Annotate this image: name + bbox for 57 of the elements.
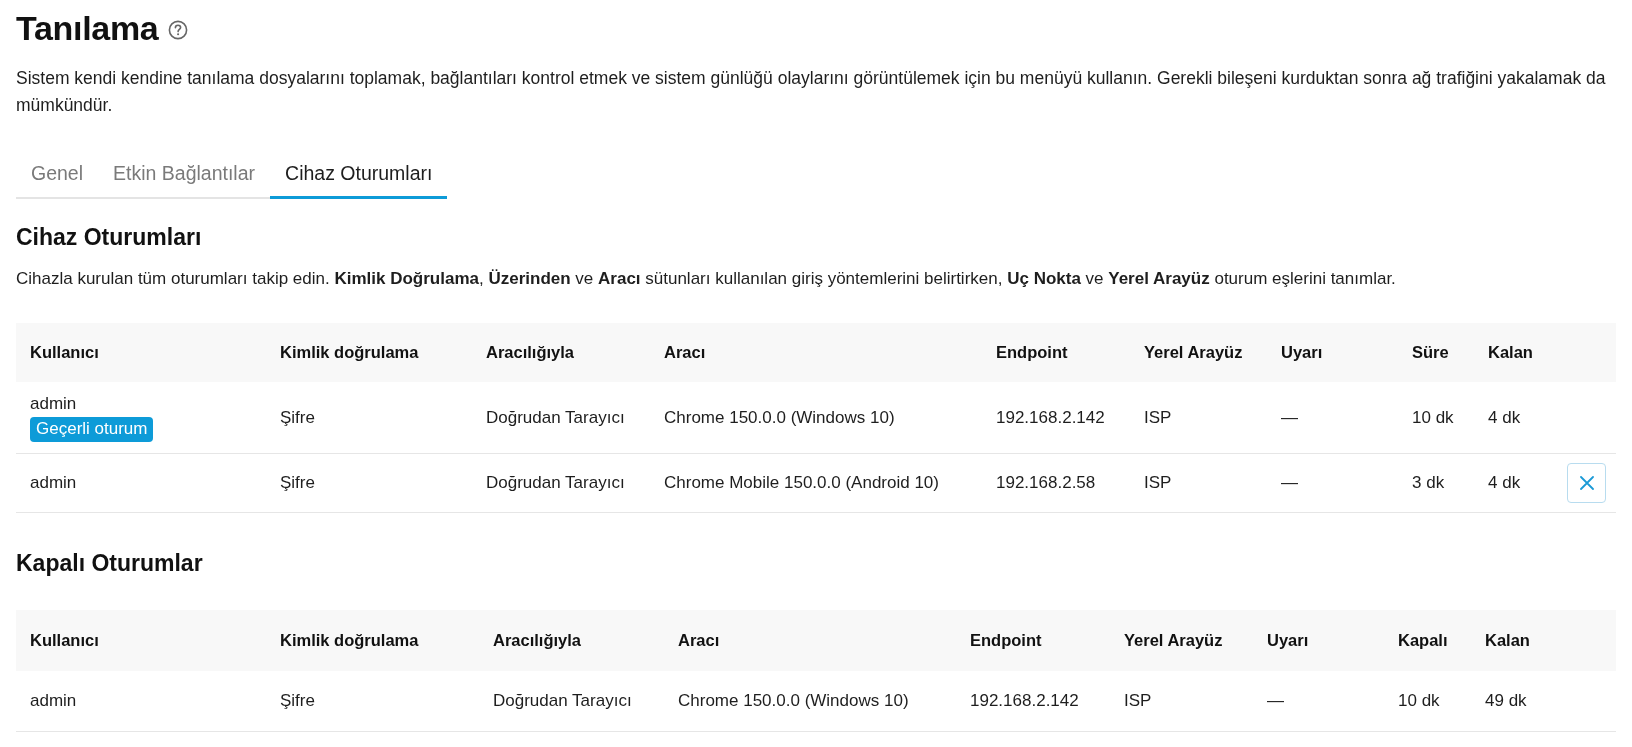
- section-title: Kapalı Oturumlar: [16, 549, 204, 577]
- table-cell: 192.168.2.142: [956, 671, 1110, 732]
- table-cell: 10 dk: [1398, 382, 1474, 454]
- table-cell: Doğrudan Tarayıcı: [479, 671, 664, 732]
- column-header: Kalan: [1474, 323, 1553, 382]
- table-cell: 192.168.2.58: [982, 453, 1130, 513]
- page-title: Tanılama: [16, 8, 159, 49]
- table-cell: Doğrudan Tarayıcı: [472, 382, 650, 454]
- column-header: Aracılığıyla: [479, 610, 664, 671]
- column-header: Aracılığıyla: [472, 323, 650, 382]
- page-description: Sistem kendi kendine tanılama dosyalarını toplamak, bağlantıları kontrol etmek ve sistem günlüğü olaylarını görüntülemek için bu menüyü kullanın. Gerekli bileşeni kurduktan sonra ağ trafiğini yakalamak da mümkündür.: [16, 67, 1607, 117]
- table-cell: Chrome 150.0.0 (Windows 10): [664, 671, 956, 732]
- table-cell: ISP: [1130, 453, 1267, 513]
- column-header: Kalan: [1471, 610, 1616, 671]
- table-cell: 49 dk: [1471, 671, 1616, 732]
- table-cell: 192.168.2.142: [982, 382, 1130, 454]
- column-header: Yerel Arayüz: [1130, 323, 1267, 382]
- tab[interactable]: Etkin Bağlantılar: [98, 149, 271, 199]
- help-icon[interactable]: [168, 19, 189, 40]
- table-cell: Şifre: [266, 453, 472, 513]
- table-cell: Şifre: [266, 671, 479, 732]
- column-header: Uyarı: [1267, 323, 1398, 382]
- table-cell: ISP: [1130, 382, 1267, 454]
- table-cell: admin: [16, 453, 266, 513]
- tab[interactable]: Cihaz Oturumları: [270, 149, 448, 199]
- column-header: Kullanıcı: [16, 610, 266, 671]
- table-cell: —: [1267, 453, 1398, 513]
- current-session-badge: Geçerli oturum: [30, 416, 154, 442]
- table-cell: admin: [16, 671, 266, 732]
- column-header: Kimlik doğrulama: [266, 323, 472, 382]
- column-header: Kapalı: [1384, 610, 1471, 671]
- table-cell: —: [1253, 671, 1384, 732]
- column-header: Kimlik doğrulama: [266, 610, 479, 671]
- section-description: Cihazla kurulan tüm oturumları takip edin. Kimlik Doğrulama, Üzerinden ve Aracı sütunları kullanılan giriş yöntemlerini belirtirken, Uç Nokta ve Yerel Arayüz oturum eşlerini tanımlar.: [16, 268, 1397, 290]
- table-cell: ISP: [1110, 671, 1253, 732]
- column-header: Aracı: [664, 610, 956, 671]
- column-header: Kullanıcı: [16, 323, 266, 382]
- column-header: Yerel Arayüz: [1110, 610, 1253, 671]
- table-cell: 3 dk: [1398, 453, 1474, 513]
- column-header: Uyarı: [1253, 610, 1384, 671]
- table-cell: 4 dk: [1474, 453, 1553, 513]
- table-cell: —: [1267, 382, 1398, 454]
- close-button[interactable]: [1567, 463, 1606, 503]
- table-cell: 10 dk: [1384, 671, 1471, 732]
- username: admin: [30, 393, 78, 414]
- tab[interactable]: Genel: [16, 149, 99, 199]
- section-title: Cihaz Oturumları: [16, 223, 203, 251]
- table-cell: Doğrudan Tarayıcı: [472, 453, 650, 513]
- column-header: Aracı: [650, 323, 982, 382]
- column-header: Süre: [1398, 323, 1474, 382]
- table-cell: Chrome 150.0.0 (Windows 10): [650, 382, 982, 454]
- column-header: Endpoint: [982, 323, 1130, 382]
- table-cell: Chrome Mobile 150.0.0 (Android 10): [650, 453, 982, 513]
- column-header: Endpoint: [956, 610, 1110, 671]
- table-cell: Şifre: [266, 382, 472, 454]
- close-icon: [1579, 476, 1594, 490]
- table-cell: 4 dk: [1474, 382, 1553, 454]
